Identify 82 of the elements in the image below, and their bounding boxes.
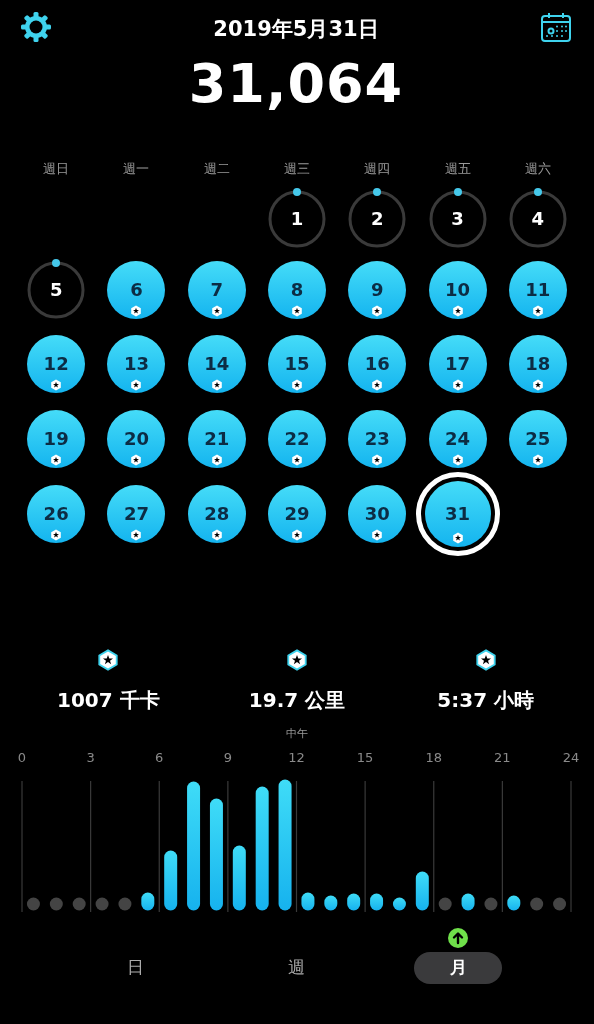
calendar-day[interactable]: 13 <box>107 335 166 394</box>
period-tab[interactable]: 日 <box>91 951 180 984</box>
calendar-day[interactable]: 7 <box>187 260 246 319</box>
star-badge-icon <box>130 379 143 392</box>
date-title: 2019年5月31日 <box>213 16 379 43</box>
calendar-day[interactable]: 15 <box>268 335 326 394</box>
star-badge-icon <box>210 528 223 541</box>
weekday-label: 週二 <box>203 160 230 178</box>
axis-label: 15 <box>356 749 374 765</box>
star-badge-icon <box>531 304 544 317</box>
axis-label: 24 <box>562 749 580 765</box>
weekday-label: 週四 <box>364 160 391 178</box>
star-badge-icon <box>130 304 143 317</box>
star-badge-icon <box>130 454 143 467</box>
axis-label: 0 <box>17 749 27 765</box>
stat-value: 19.7 公里 <box>248 687 346 712</box>
star-badge-icon <box>210 454 223 467</box>
weekday-label: 週一 <box>123 160 150 178</box>
star-badge-icon <box>130 528 143 541</box>
calendar-day[interactable]: 18 <box>508 335 567 394</box>
axis-label: 9 <box>223 749 232 765</box>
step-count: 31,064 <box>188 53 404 115</box>
star-badge-icon <box>531 454 544 467</box>
star-badge-icon <box>451 304 464 317</box>
axis-label: 中午 <box>286 726 308 740</box>
star-badge-icon <box>50 528 63 541</box>
calendar-day[interactable]: 26 <box>27 484 86 543</box>
star-badge-icon <box>451 454 464 467</box>
calendar-day[interactable]: 29 <box>268 484 326 543</box>
axis-label: 18 <box>425 749 442 765</box>
calendar-day[interactable]: 21 <box>187 410 246 469</box>
calendar-day[interactable]: 22 <box>268 410 326 469</box>
calendar-day[interactable]: 16 <box>348 335 407 394</box>
calendar-day[interactable]: 31 <box>415 471 500 556</box>
star-badge-icon <box>371 379 384 392</box>
star-badge-icon <box>291 304 303 317</box>
calendar-day[interactable]: 6 <box>107 260 166 319</box>
calendar-day[interactable]: 30 <box>348 484 407 543</box>
star-badge-icon <box>291 454 303 467</box>
calendar-day[interactable]: 11 <box>508 260 567 319</box>
star-badge-icon <box>50 454 63 467</box>
star-badge-icon <box>474 648 497 671</box>
period-tab[interactable]: 週 <box>253 951 341 984</box>
star-badge-icon <box>291 528 303 541</box>
calendar-day[interactable]: 23 <box>348 410 407 469</box>
calendar-day[interactable]: 25 <box>508 410 567 469</box>
calendar-day[interactable]: 19 <box>27 410 86 469</box>
star-badge-icon <box>371 304 384 317</box>
stat-value: 1007 千卡 <box>57 687 160 712</box>
weekday-label: 週三 <box>284 160 310 178</box>
settings-icon[interactable] <box>20 11 52 43</box>
star-badge-icon <box>50 379 63 392</box>
star-badge-icon <box>210 379 223 392</box>
calendar-icon[interactable] <box>540 11 572 43</box>
star-badge-icon <box>97 648 120 671</box>
star-badge-icon <box>371 528 384 541</box>
axis-label: 21 <box>494 749 511 765</box>
star-badge-icon <box>371 454 384 467</box>
calendar-day[interactable]: 10 <box>428 260 487 319</box>
calendar-day[interactable]: 17 <box>428 335 487 394</box>
calendar-day[interactable]: 27 <box>107 484 166 543</box>
calendar-day[interactable]: 12 <box>27 335 86 394</box>
period-tab[interactable]: 月 <box>414 951 503 984</box>
calendar-day[interactable]: 8 <box>268 260 326 319</box>
calendar-day[interactable]: 14 <box>187 335 246 394</box>
weekday-label: 週五 <box>444 160 471 178</box>
weekday-label: 週日 <box>43 160 70 178</box>
calendar-day[interactable]: 20 <box>107 410 166 469</box>
calendar-day[interactable]: 9 <box>348 260 407 319</box>
star-badge-icon <box>531 379 544 392</box>
calendar-day[interactable]: 28 <box>187 484 246 543</box>
star-badge-icon <box>451 379 464 392</box>
axis-label: 3 <box>86 749 95 765</box>
calendar-day[interactable]: 24 <box>428 410 487 469</box>
stat-value: 5:37 小時 <box>437 687 534 712</box>
star-badge-icon <box>210 304 223 317</box>
axis-label: 6 <box>155 749 164 765</box>
star-badge-icon <box>286 648 308 671</box>
star-badge-icon <box>451 531 464 544</box>
star-badge-icon <box>291 379 303 392</box>
axis-label: 12 <box>288 749 305 765</box>
weekday-label: 週六 <box>524 160 551 178</box>
